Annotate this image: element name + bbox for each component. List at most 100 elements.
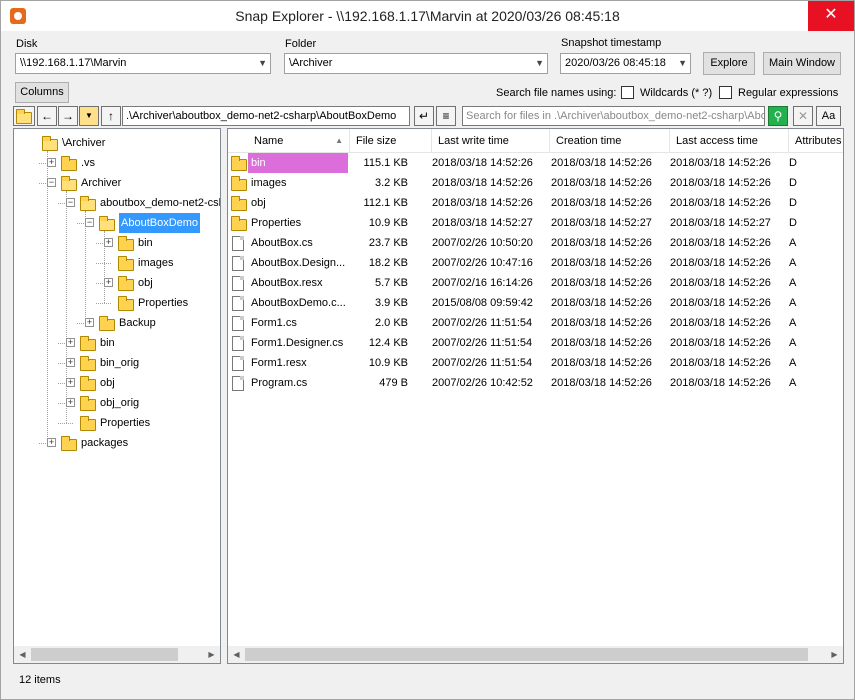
tree-node[interactable]: + bin [14, 333, 220, 353]
folder-row[interactable]: images 3.2 KB 2018/03/18 14:52:26 2018/03/1… [228, 173, 843, 193]
file-row[interactable]: Program.cs 479 B 2007/02/26 10:42:52 2018/0… [228, 373, 843, 393]
cell-name: bin [248, 153, 348, 173]
file-row[interactable]: AboutBoxDemo.c... 3.9 KB 2015/08/08 09:59:… [228, 293, 843, 313]
disk-label: Disk [16, 38, 38, 50]
cell-attr: D [789, 197, 797, 209]
tree-node-label: obj_orig [100, 397, 140, 409]
search-button[interactable]: ⚲ [768, 106, 788, 126]
chevron-down-icon: ▼ [535, 58, 544, 68]
tree-node[interactable]: − AboutBoxDemo [14, 213, 220, 233]
expand-icon[interactable]: + [47, 158, 56, 167]
cell-attr: D [789, 157, 797, 169]
case-sensitive-button[interactable]: Aa [816, 106, 841, 126]
folder-icon [80, 416, 96, 431]
list-horizontal-scrollbar[interactable]: ◀ ▶ [228, 646, 843, 663]
main-window-button[interactable]: Main Window [763, 52, 841, 75]
expand-icon[interactable]: + [66, 358, 75, 367]
regex-checkbox[interactable] [719, 86, 732, 99]
column-header-created[interactable]: Creation time [550, 129, 670, 153]
file-row[interactable]: AboutBox.cs 23.7 KB 2007/02/26 10:50:20 201… [228, 233, 843, 253]
cell-created: 2018/03/18 14:52:26 [551, 297, 652, 309]
tree-node[interactable]: + .vs [14, 153, 220, 173]
folder-icon [118, 296, 134, 311]
cell-created: 2018/03/18 14:52:26 [551, 177, 652, 189]
column-header-write[interactable]: Last write time [432, 129, 550, 153]
column-header-size[interactable]: File size [350, 129, 432, 153]
expand-icon[interactable]: + [85, 318, 94, 327]
file-row[interactable]: Form1.resx 10.9 KB 2007/02/26 11:51:54 2018… [228, 353, 843, 373]
open-folder-icon [42, 136, 58, 151]
history-dropdown-button[interactable]: ▼ [79, 106, 99, 126]
path-input[interactable]: .\Archiver\aboutbox_demo-net2-csharp\Abo… [122, 106, 410, 126]
column-header-name[interactable]: Name ▲ [228, 129, 350, 153]
collapse-icon[interactable]: − [47, 178, 56, 187]
expand-icon[interactable]: + [66, 378, 75, 387]
file-list[interactable]: Name ▲ File size Last write time Creatio… [227, 128, 844, 664]
tree-node-label: bin [100, 337, 115, 349]
tree-node[interactable]: \Archiver [14, 133, 220, 153]
tree-node[interactable]: − aboutbox_demo-net2-csharp [14, 193, 220, 213]
open-folder-button[interactable] [13, 106, 35, 126]
tree-node[interactable]: images [14, 253, 220, 273]
columns-button[interactable]: Columns [15, 82, 69, 103]
open-folder-icon [99, 216, 115, 231]
tree-node-label: .vs [81, 157, 96, 169]
tree-horizontal-scrollbar[interactable]: ◀ ▶ [14, 646, 220, 663]
expand-icon[interactable]: + [104, 278, 113, 287]
collapse-icon[interactable]: − [66, 198, 75, 207]
tree-node[interactable]: + packages [14, 433, 220, 453]
scroll-right-icon[interactable]: ▶ [203, 646, 220, 663]
sync-tree-button[interactable]: ≡ [436, 106, 456, 126]
folder-row[interactable]: Properties 10.9 KB 2018/03/18 14:52:27 2018… [228, 213, 843, 233]
tree-node[interactable]: + Backup [14, 313, 220, 333]
file-row[interactable]: Form1.cs 2.0 KB 2007/02/26 11:51:54 2018/03… [228, 313, 843, 333]
go-button[interactable]: ↵ [414, 106, 434, 126]
snapshot-combo[interactable]: 2020/03/26 08:45:18 ▼ [560, 53, 691, 74]
tree-node[interactable]: + bin [14, 233, 220, 253]
forward-button[interactable]: → [58, 106, 78, 126]
list-scroll-thumb[interactable] [245, 648, 808, 661]
cell-size: 479 B [379, 377, 408, 389]
title-bar: Snap Explorer - \\192.168.1.17\Marvin at… [1, 1, 854, 31]
tree-node[interactable]: + bin_orig [14, 353, 220, 373]
scroll-right-icon[interactable]: ▶ [826, 646, 843, 663]
expand-icon[interactable]: + [66, 398, 75, 407]
file-row[interactable]: AboutBox.Design... 18.2 KB 2007/02/26 10:4… [228, 253, 843, 273]
expand-icon[interactable]: + [47, 438, 56, 447]
cell-attr: A [789, 257, 797, 269]
file-row[interactable]: Form1.Designer.cs 12.4 KB 2007/02/26 11:51… [228, 333, 843, 353]
column-header-access[interactable]: Last access time [670, 129, 789, 153]
folder-combo[interactable]: \Archiver ▼ [284, 53, 548, 74]
expand-icon[interactable]: + [104, 238, 113, 247]
tree-scroll-thumb[interactable] [31, 648, 178, 661]
search-input[interactable]: Search for files in .\Archiver\aboutbox_… [462, 106, 765, 126]
up-button[interactable]: ↑ [101, 106, 121, 126]
tree-node[interactable]: + obj [14, 273, 220, 293]
tree-node[interactable]: Properties [14, 413, 220, 433]
scroll-left-icon[interactable]: ◀ [228, 646, 245, 663]
folder-tree[interactable]: \Archiver + .vs − Archiver − aboutbox_demo-net… [13, 128, 221, 664]
cell-write: 2015/08/08 09:59:42 [432, 297, 533, 309]
folder-icon [118, 276, 134, 291]
tree-node[interactable]: + obj_orig [14, 393, 220, 413]
cell-access: 2018/03/18 14:52:26 [670, 317, 771, 329]
cell-name: Form1.cs [251, 317, 297, 329]
wildcards-checkbox[interactable] [621, 86, 634, 99]
explore-button[interactable]: Explore [703, 52, 755, 75]
folder-row[interactable]: obj 112.1 KB 2018/03/18 14:52:26 2018/03/18… [228, 193, 843, 213]
tree-node[interactable]: − Archiver [14, 173, 220, 193]
column-header-attributes[interactable]: Attributes [789, 129, 843, 153]
tree-node[interactable]: Properties [14, 293, 220, 313]
open-folder-icon [61, 176, 77, 191]
scroll-left-icon[interactable]: ◀ [14, 646, 31, 663]
clear-search-button[interactable]: ✕ [793, 106, 813, 126]
close-button[interactable]: ✕ [808, 1, 854, 31]
disk-combo[interactable]: \\192.168.1.17\Marvin ▼ [15, 53, 271, 74]
file-row[interactable]: AboutBox.resx 5.7 KB 2007/02/16 16:14:26 20… [228, 273, 843, 293]
tree-node[interactable]: + obj [14, 373, 220, 393]
folder-row[interactable]: bin 115.1 KB 2018/03/18 14:52:26 2018/03/18… [228, 153, 843, 173]
collapse-icon[interactable]: − [85, 218, 94, 227]
cell-created: 2018/03/18 14:52:26 [551, 257, 652, 269]
back-button[interactable]: ← [37, 106, 57, 126]
expand-icon[interactable]: + [66, 338, 75, 347]
